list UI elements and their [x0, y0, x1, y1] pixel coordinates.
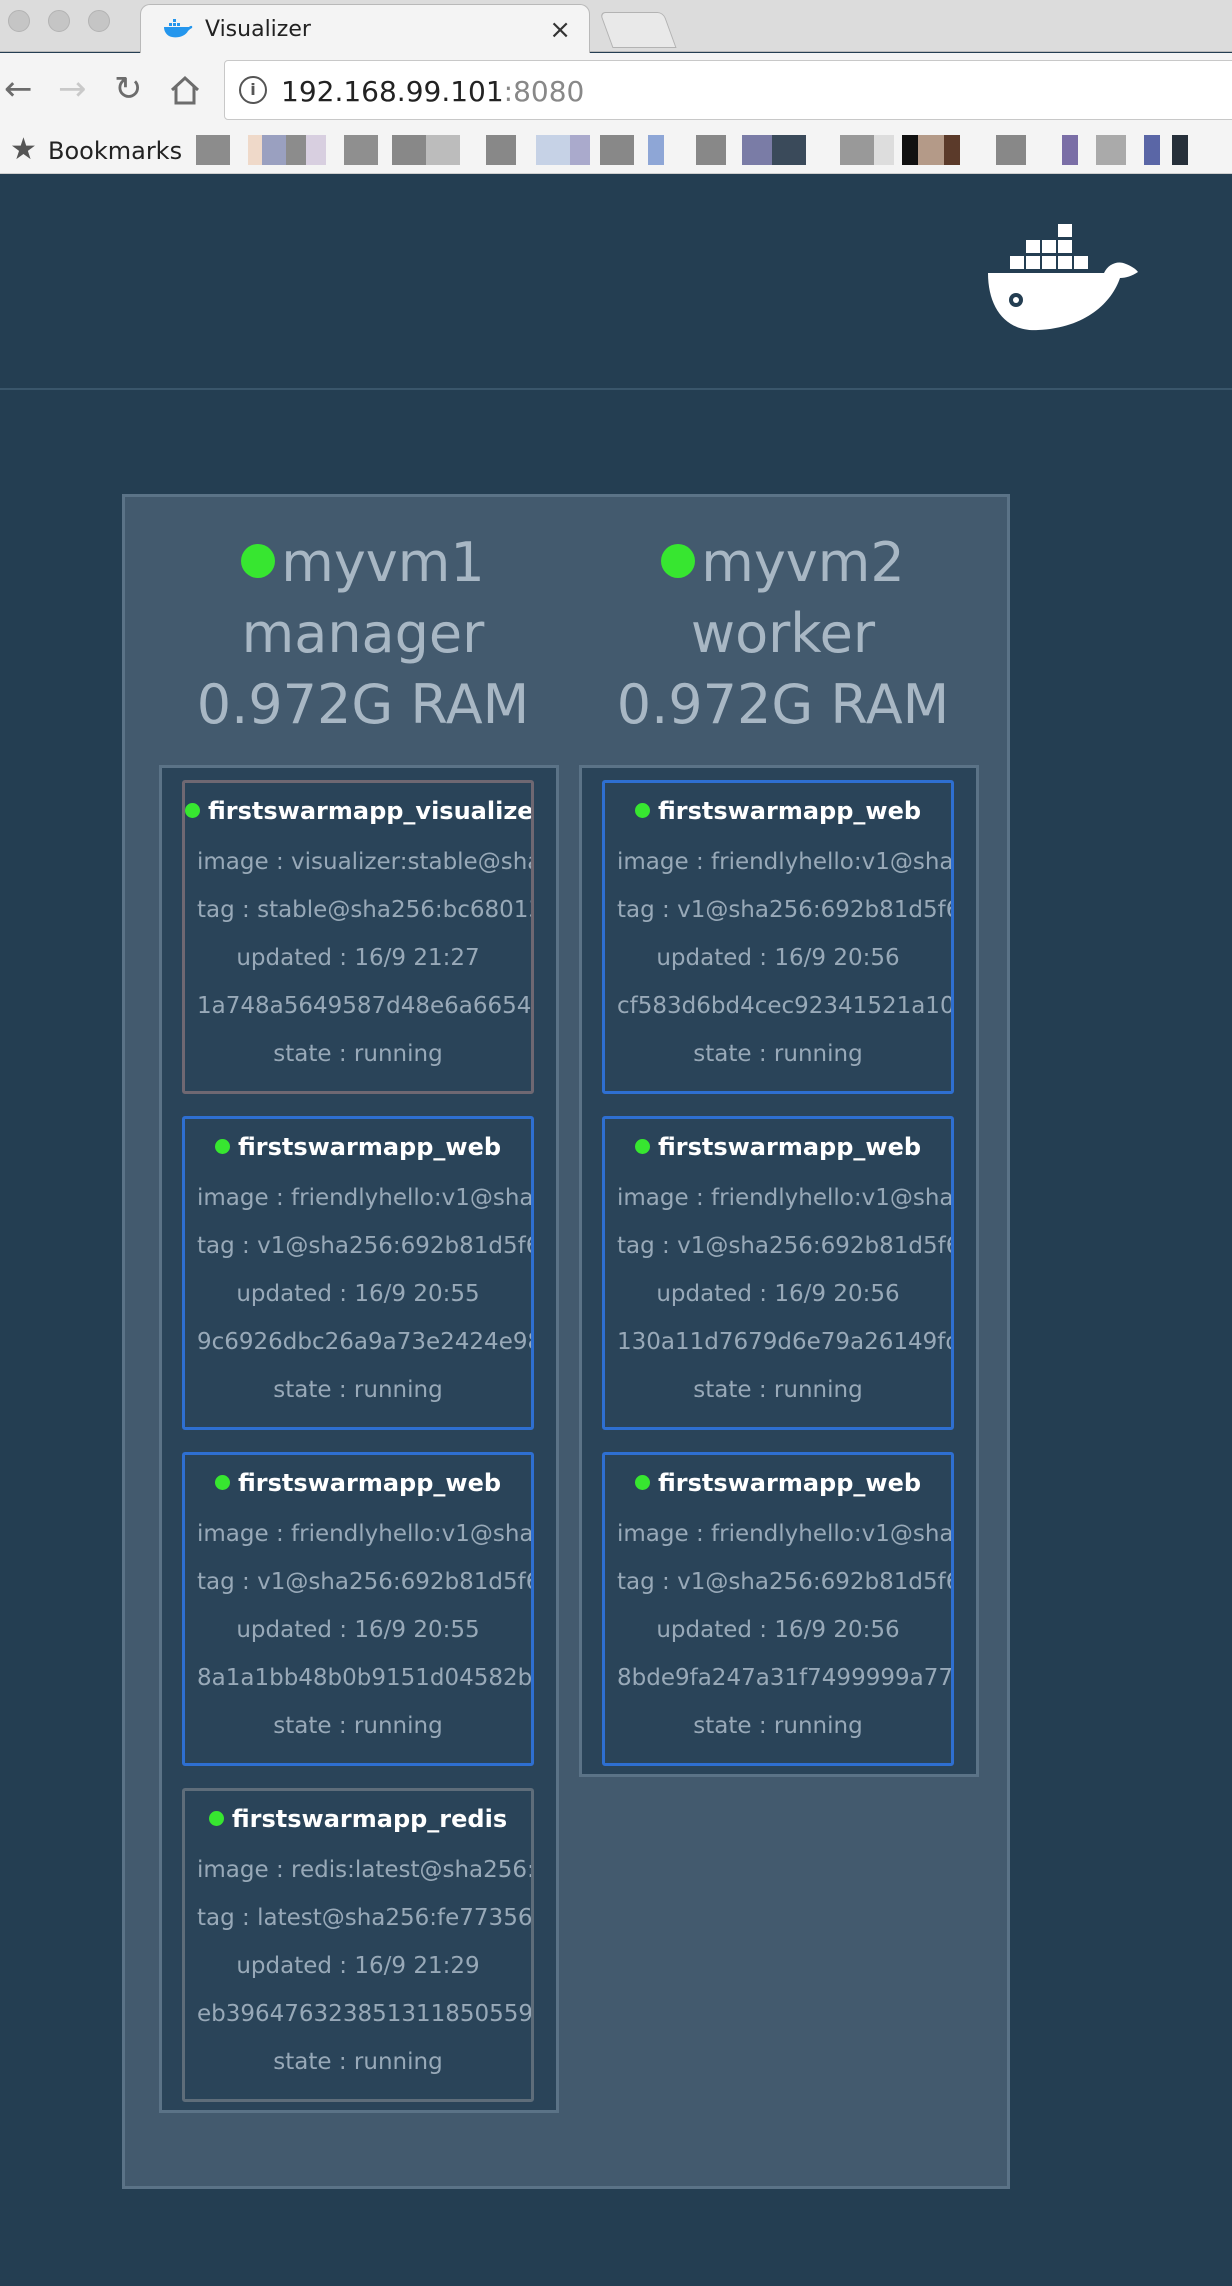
- task-state: state : running: [693, 1713, 863, 1739]
- node-header-myvm2: myvm2 worker 0.972G RAM: [573, 527, 993, 740]
- task-status-dot: [185, 802, 200, 818]
- task-tag: tag : v1@sha256:692b81d5f61: [617, 1569, 954, 1595]
- task-name: firstswarmapp_web: [237, 1133, 502, 1161]
- browser-tab-bar: Visualizer ×: [0, 0, 1232, 53]
- task-status-dot: [214, 1138, 230, 1154]
- task-image: image : friendlyhello:v1@sha256: [617, 1185, 954, 1211]
- task-id: eb39647632385131185055978: [197, 2001, 534, 2027]
- task-name: firstswarmapp_redis: [231, 1805, 508, 1833]
- task-card[interactable]: firstswarmapp_redis image : redis:latest…: [182, 1788, 534, 2102]
- task-state: state : running: [273, 1041, 443, 1067]
- task-tag: tag : v1@sha256:692b81d5f61: [197, 1569, 534, 1595]
- task-id: 9c6926dbc26a9a73e2424e98f2: [197, 1329, 534, 1355]
- task-updated: updated : 16/9 20:56: [656, 1281, 900, 1307]
- task-updated: updated : 16/9 20:55: [236, 1281, 480, 1307]
- task-image: image : friendlyhello:v1@sha256: [197, 1185, 534, 1211]
- task-state: state : running: [273, 2049, 443, 2075]
- new-tab-button[interactable]: [599, 12, 677, 48]
- node-tasks-myvm1: firstswarmapp_visualizer image : visuali…: [159, 765, 559, 2113]
- task-status-dot: [634, 802, 650, 818]
- task-updated: updated : 16/9 20:56: [656, 945, 900, 971]
- task-card[interactable]: firstswarmapp_web image : friendlyhello:…: [602, 1452, 954, 1766]
- bookmarks-label[interactable]: Bookmarks: [48, 137, 182, 165]
- star-icon: ★: [10, 132, 37, 167]
- node-status-dot: [241, 544, 276, 579]
- node-status-dot: [661, 544, 696, 579]
- task-card[interactable]: firstswarmapp_web image : friendlyhello:…: [182, 1116, 534, 1430]
- task-card[interactable]: firstswarmapp_web image : friendlyhello:…: [602, 1116, 954, 1430]
- task-card[interactable]: firstswarmapp_web image : friendlyhello:…: [602, 780, 954, 1094]
- node-header-myvm1: myvm1 manager 0.972G RAM: [153, 527, 573, 740]
- task-id: cf583d6bd4cec92341521a108: [617, 993, 954, 1019]
- task-card[interactable]: firstswarmapp_web image : friendlyhello:…: [182, 1452, 534, 1766]
- address-bar[interactable]: i 192.168.99.101:8080: [224, 60, 1232, 120]
- task-tag: tag : v1@sha256:692b81d5f61: [617, 1233, 954, 1259]
- task-name: firstswarmapp_web: [657, 1469, 922, 1497]
- task-card[interactable]: firstswarmapp_visualizer image : visuali…: [182, 780, 534, 1094]
- home-icon[interactable]: [168, 73, 202, 107]
- task-name: firstswarmapp_visualizer: [208, 797, 534, 825]
- site-info-icon[interactable]: i: [239, 76, 267, 104]
- reload-icon[interactable]: ↻: [114, 69, 143, 109]
- node-ram: 0.972G RAM: [196, 673, 530, 736]
- task-name: firstswarmapp_web: [657, 797, 922, 825]
- task-tag: tag : v1@sha256:692b81d5f61: [617, 897, 954, 923]
- docker-whale-logo-icon: [988, 224, 1138, 331]
- node-ram: 0.972G RAM: [616, 673, 950, 736]
- task-image: image : friendlyhello:v1@sha256: [197, 1521, 534, 1547]
- task-id: 8bde9fa247a31f7499999a77c5: [617, 1665, 954, 1691]
- task-tag: tag : stable@sha256:bc680132: [197, 897, 534, 923]
- task-id: 1a748a5649587d48e6a6654c4: [197, 993, 534, 1019]
- task-status-dot: [634, 1474, 650, 1490]
- task-image: image : redis:latest@sha256:fe: [197, 1857, 534, 1883]
- tab-title: Visualizer: [205, 17, 311, 42]
- task-state: state : running: [273, 1713, 443, 1739]
- task-updated: updated : 16/9 21:27: [236, 945, 480, 971]
- task-image: image : visualizer:stable@sha256:bc68013…: [197, 849, 531, 875]
- task-status-dot: [634, 1138, 650, 1154]
- back-arrow-icon[interactable]: ←: [4, 69, 33, 109]
- node-role: manager: [241, 602, 485, 665]
- task-name: firstswarmapp_web: [237, 1469, 502, 1497]
- node-name: myvm2: [701, 531, 905, 594]
- task-image: image : friendlyhello:v1@sha256: [617, 849, 954, 875]
- task-id: 130a11d7679d6e79a26149fd3: [617, 1329, 954, 1355]
- window-minimize-button[interactable]: [48, 10, 70, 32]
- forward-arrow-icon[interactable]: →: [58, 69, 87, 109]
- browser-tab-visualizer[interactable]: Visualizer ×: [140, 4, 590, 53]
- window-close-button[interactable]: [8, 10, 30, 32]
- task-status-dot: [208, 1810, 224, 1826]
- task-updated: updated : 16/9 20:56: [656, 1617, 900, 1643]
- browser-toolbar: ← → ↻ i 192.168.99.101:8080: [0, 53, 1232, 129]
- task-updated: updated : 16/9 20:55: [236, 1617, 480, 1643]
- visualizer-header: [0, 175, 1232, 390]
- task-state: state : running: [693, 1041, 863, 1067]
- task-tag: tag : latest@sha256:fe77356e6: [197, 1905, 534, 1931]
- task-updated: updated : 16/9 21:29: [236, 1953, 480, 1979]
- task-status-dot: [214, 1474, 230, 1490]
- node-role: worker: [690, 602, 876, 665]
- task-name: firstswarmapp_web: [657, 1133, 922, 1161]
- docker-favicon-icon: [164, 19, 193, 38]
- window-zoom-button[interactable]: [88, 10, 110, 32]
- task-id: 8a1a1bb48b0b9151d04582b14: [197, 1665, 534, 1691]
- node-name: myvm1: [281, 531, 485, 594]
- tab-close-icon[interactable]: ×: [549, 15, 571, 45]
- blurred-bookmarks: [196, 135, 1232, 165]
- task-image: image : friendlyhello:v1@sha256: [617, 1521, 954, 1547]
- task-state: state : running: [693, 1377, 863, 1403]
- swarm-cluster: myvm1 manager 0.972G RAM firstswarmapp_v…: [122, 494, 1010, 2189]
- bookmarks-bar: ★ Bookmarks: [0, 129, 1232, 174]
- url-text: 192.168.99.101:8080: [281, 75, 585, 108]
- task-tag: tag : v1@sha256:692b81d5f61: [197, 1233, 534, 1259]
- node-tasks-myvm2: firstswarmapp_web image : friendlyhello:…: [579, 765, 979, 1777]
- task-state: state : running: [273, 1377, 443, 1403]
